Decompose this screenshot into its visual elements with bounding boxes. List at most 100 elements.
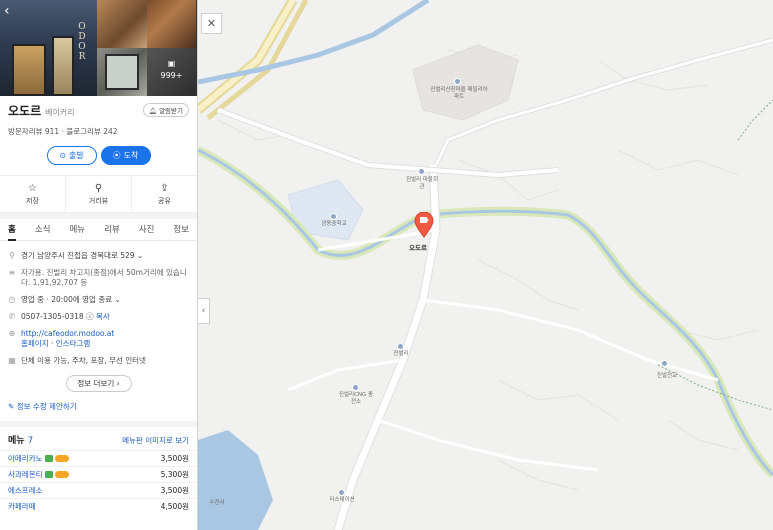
more-info-button[interactable]: 정보 더보기 › <box>65 375 132 392</box>
place-name: 오도르 <box>8 104 42 118</box>
depart-button[interactable]: ⊙ 출발 <box>46 146 97 165</box>
storefront-window-left <box>12 44 46 96</box>
arrive-button[interactable]: ⦿ 도착 <box>100 146 151 165</box>
photo-more-count: 999+ <box>160 71 183 80</box>
poi-school-icon[interactable] <box>330 213 337 220</box>
map-app: 진벌리산장마을 패밀리아파트 진벌리 마을회관 광동중학교 진벌리 진벌리CNG… <box>0 0 773 530</box>
street-view-icon: ⚲ <box>94 182 103 194</box>
photo-strip[interactable]: O D O R ▣ 999+ ‹ <box>0 0 197 96</box>
arrive-label: 도착 <box>123 151 139 160</box>
poi-village-hall-icon[interactable] <box>418 168 425 175</box>
street-view-button[interactable]: ⚲ 거리뷰 <box>66 176 132 212</box>
menu-photo-icon <box>44 455 53 462</box>
phone-icon: ✆ <box>8 312 16 321</box>
tab-reviews[interactable]: 리뷰 <box>104 219 120 241</box>
poi-school-label[interactable]: 광동중학교 <box>314 221 354 228</box>
bell-icon: 🔔︎ <box>148 107 157 115</box>
poi-cng-station-icon[interactable] <box>352 384 359 391</box>
menu-item[interactable]: 카페라떼 4,500원 <box>0 498 197 514</box>
pencil-icon: ✎ <box>8 402 15 411</box>
menu-item-name: 카페라떼 <box>8 502 36 511</box>
share-label: 공유 <box>158 196 171 205</box>
menu-item-name: 아메리카노 <box>8 454 43 463</box>
menu-item-price: 3,500원 <box>160 486 189 495</box>
facilities-text: 단체 이용 가능, 주차, 포장, 무선 인터넷 <box>21 356 146 365</box>
menu-item-price: 5,300원 <box>160 470 189 479</box>
photo-gallery-icon: ▣ <box>167 59 176 68</box>
review-counts[interactable]: 방문자리뷰 911 · 블로그리뷰 242 <box>8 126 189 137</box>
website-row: ⊕ http://cafeodor.modoo.at 홈페이지 · 인스타그램 <box>8 329 115 348</box>
poi-temple-label[interactable]: 수진사 <box>202 500 232 507</box>
menu-item[interactable]: 사과레몬티 5,300원 <box>0 466 197 482</box>
menu-best-badge <box>54 471 69 478</box>
destination-pin-icon[interactable] <box>414 211 434 242</box>
poi-bus-stop-label[interactable]: 진벌리 <box>384 351 418 358</box>
notify-button[interactable]: 🔔︎ 알림받기 <box>142 103 189 117</box>
menu-item[interactable]: 에스프레소 3,500원 <box>0 482 197 498</box>
star-icon: ☆ <box>28 182 37 194</box>
photo-storefront[interactable]: O D O R <box>0 0 97 96</box>
save-button[interactable]: ☆ 저장 <box>0 176 66 212</box>
photo-interior[interactable] <box>97 48 147 96</box>
share-button[interactable]: ⇪ 공유 <box>132 176 197 212</box>
menu-count: 7 <box>27 436 34 446</box>
menu-best-badge <box>54 455 69 462</box>
suggest-edit-link[interactable]: ✎ 정보 수정 제안하기 <box>8 401 189 412</box>
storefront-sign: O D O R <box>78 22 86 62</box>
photo-bakery[interactable] <box>97 0 147 48</box>
bus-icon: ≡ <box>8 268 16 277</box>
share-icon: ⇪ <box>160 182 169 194</box>
website-link[interactable]: http://cafeodor.modoo.at <box>21 329 114 338</box>
tab-menu[interactable]: 메뉴 <box>69 219 85 241</box>
photo-interior-window <box>105 54 139 90</box>
tab-news[interactable]: 소식 <box>35 219 51 241</box>
hours-text: 영업 중 · 20:00에 영업 종료 <box>21 295 113 304</box>
close-panel-button[interactable]: ✕ <box>201 13 222 34</box>
directions-text: 자가용. 진벌리 차고지(종점)에서 50m거리에 있습니다. 1,91,92,… <box>21 268 187 287</box>
building-icon: ▦ <box>8 356 16 365</box>
phone-row: ✆ 0507-1305-0318 ⓘ 복사 <box>8 312 189 322</box>
hours-row[interactable]: ◷ 영업 중 · 20:00에 영업 종료 ⌄ <box>8 295 189 305</box>
copy-phone-link[interactable]: 복사 <box>96 312 110 321</box>
poi-tstation-icon[interactable] <box>338 489 345 496</box>
chevron-down-icon: ⌄ <box>114 295 121 304</box>
street-view-label: 거리뷰 <box>88 196 109 205</box>
depart-label: 출발 <box>68 151 84 160</box>
facilities-row: ▦ 단체 이용 가능, 주차, 포장, 무선 인터넷 <box>8 356 189 366</box>
poi-bridge-icon[interactable] <box>661 360 668 367</box>
poi-apartment-label[interactable]: 진벌리산장마을 패밀리아파트 <box>430 87 488 101</box>
suggest-edit-label: 정보 수정 제안하기 <box>16 402 77 411</box>
poi-tstation-label[interactable]: 티스테이션 <box>324 497 360 504</box>
menu-item[interactable]: 아메리카노 3,500원 <box>0 450 197 466</box>
address-row[interactable]: ⚲ 경기 남양주시 진접읍 경복대로 529 ⌄ <box>8 251 189 261</box>
poi-cng-station-label[interactable]: 진벌리CNG 충전소 <box>338 392 374 406</box>
map-view[interactable]: 진벌리산장마을 패밀리아파트 진벌리 마을회관 광동중학교 진벌리 진벌리CNG… <box>198 0 773 530</box>
collapse-panel-button[interactable]: ‹ <box>198 298 210 324</box>
instagram-link[interactable]: 인스타그램 <box>56 339 91 348</box>
tab-photos[interactable]: 사진 <box>139 219 155 241</box>
destination-pin-label[interactable]: 오도르 <box>409 242 427 252</box>
map-canvas[interactable] <box>198 0 773 530</box>
place-category: 베이커리 <box>45 108 75 117</box>
tab-home[interactable]: 홈 <box>8 219 16 241</box>
poi-bus-stop-icon[interactable] <box>397 343 404 350</box>
photo-bread[interactable] <box>147 0 196 48</box>
place-detail-panel: O D O R ▣ 999+ ‹ 오도르 베이커리 🔔︎ 알림받기 방문자리뷰 9… <box>0 0 198 530</box>
poi-bridge-label[interactable]: 진벌천교 <box>647 373 687 380</box>
clock-icon: ◷ <box>8 295 16 304</box>
homepage-link[interactable]: 홈페이지 <box>21 339 49 348</box>
menu-image-link[interactable]: 메뉴판 이미지로 보기 <box>122 435 189 446</box>
phone-number: 0507-1305-0318 <box>21 312 84 321</box>
more-info-label: 정보 더보기 <box>77 379 115 388</box>
menu-title-text: 메뉴 <box>8 436 25 446</box>
info-icon: ⓘ <box>86 312 94 321</box>
chevron-down-icon: ⌄ <box>136 251 144 260</box>
photo-more[interactable]: ▣ 999+ <box>147 48 196 96</box>
menu-section-title: 메뉴 7 <box>8 433 33 446</box>
tab-info[interactable]: 정보 <box>173 219 189 241</box>
poi-village-hall-label[interactable]: 진벌리 마을회관 <box>404 177 440 191</box>
back-button[interactable]: ‹ <box>4 3 10 19</box>
menu-item-price: 3,500원 <box>160 454 189 463</box>
poi-apartment-icon[interactable] <box>454 78 461 85</box>
menu-photo-icon <box>44 471 53 478</box>
